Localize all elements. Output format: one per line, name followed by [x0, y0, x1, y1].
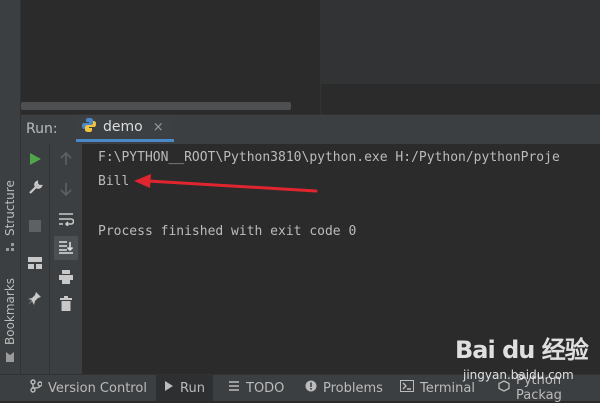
run-icon — [164, 380, 174, 396]
info-icon — [305, 380, 317, 396]
problems-tab[interactable]: Problems — [305, 375, 383, 401]
todo-tab[interactable]: TODO — [228, 375, 284, 401]
run-label: Run — [180, 380, 205, 396]
list-icon — [228, 380, 240, 396]
run-bottom-tab[interactable]: Run — [156, 375, 213, 401]
watermark-url: jingyan.baidu.com — [463, 368, 574, 382]
branch-icon — [30, 379, 43, 397]
version-control-tab[interactable]: Version Control — [30, 375, 147, 401]
version-control-label: Version Control — [48, 380, 147, 396]
baidu-watermark: Bai du 经验 jingyan.baidu.com — [455, 330, 595, 390]
todo-label: TODO — [246, 380, 285, 396]
terminal-icon — [400, 380, 414, 396]
problems-label: Problems — [323, 380, 383, 396]
watermark-brand: Bai du 经验 — [455, 336, 589, 364]
